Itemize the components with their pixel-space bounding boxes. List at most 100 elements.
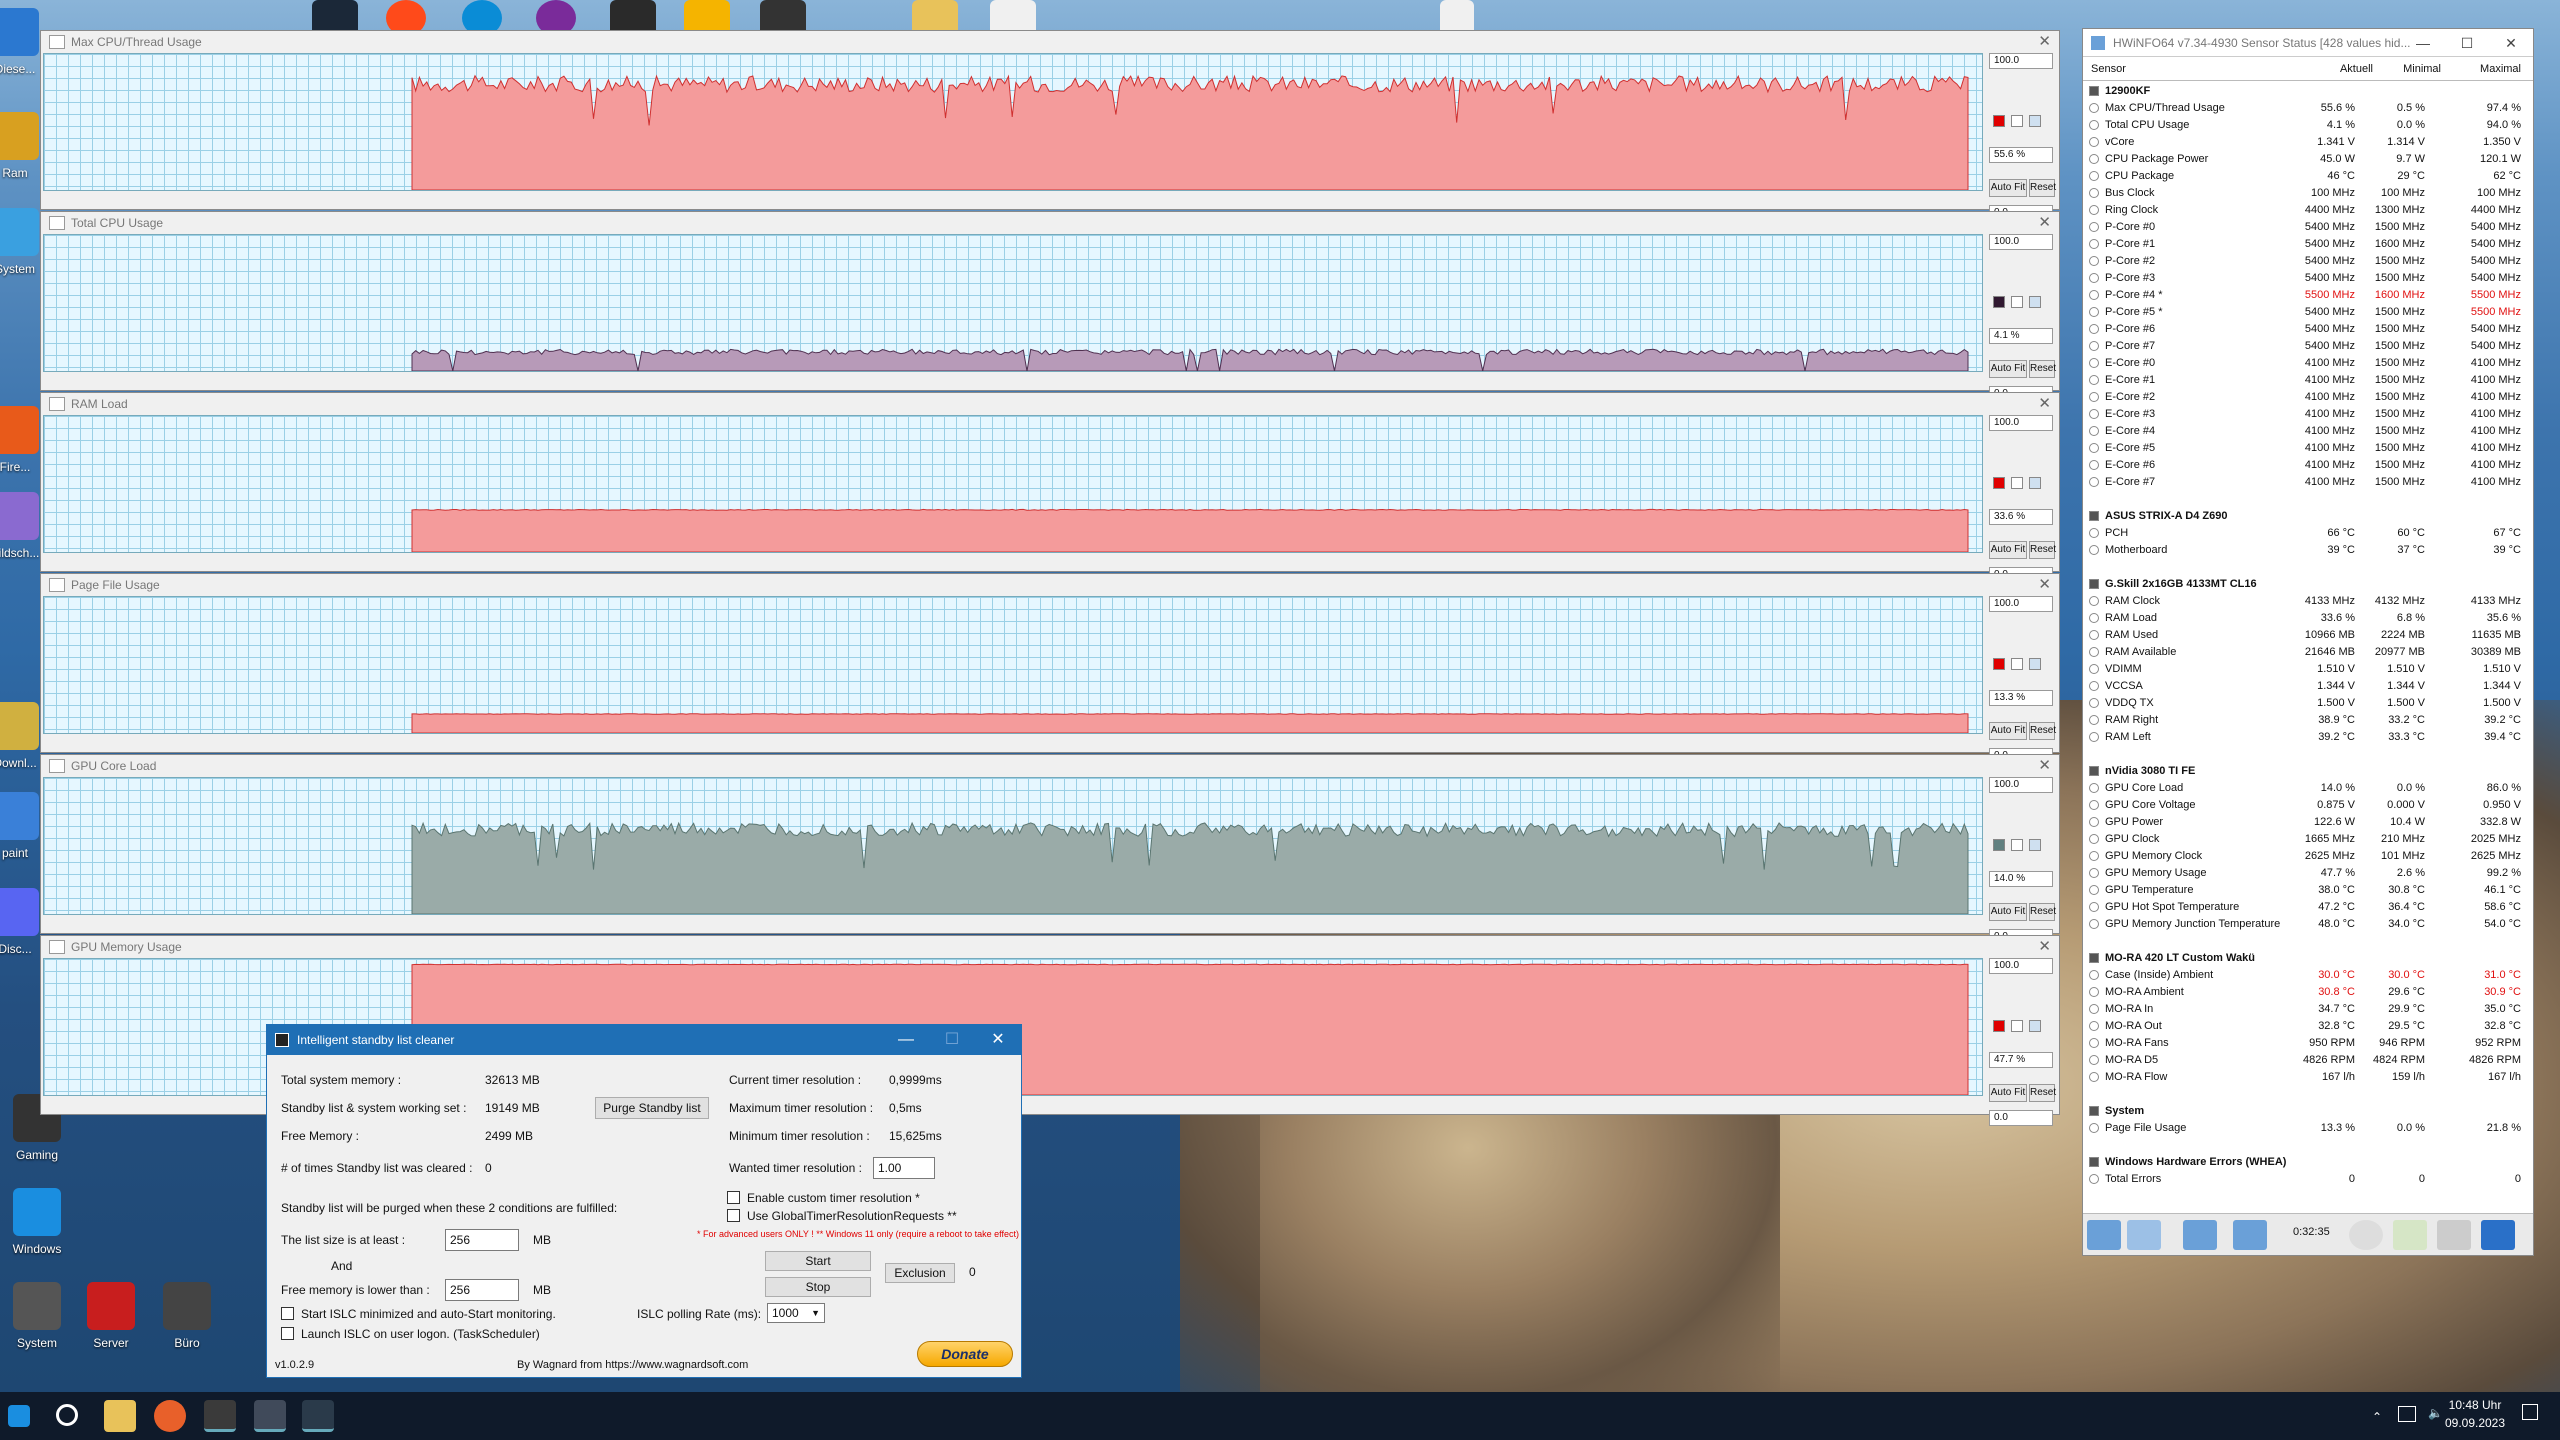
custom-timer-checkbox[interactable]	[727, 1191, 740, 1204]
auto-fit-button[interactable]: Auto Fit	[1989, 1084, 2027, 1102]
reset-button[interactable]: Reset	[2029, 903, 2056, 921]
reset-button[interactable]: Reset	[2029, 179, 2056, 197]
reset-button[interactable]: Reset	[2029, 722, 2056, 740]
sensor-row[interactable]: E-Core #1 4100 MHz 1500 MHz 4100 MHz	[2083, 372, 2533, 389]
toggle-swatch[interactable]	[2029, 658, 2041, 670]
toggle-swatch[interactable]	[2011, 839, 2023, 851]
sensor-row[interactable]: VDIMM 1.510 V 1.510 V 1.510 V	[2083, 661, 2533, 678]
sensor-row[interactable]: Motherboard 39 °C 37 °C 39 °C	[2083, 542, 2533, 559]
report-icon[interactable]	[2393, 1220, 2427, 1250]
sensor-row[interactable]: GPU Memory Usage 47.7 % 2.6 % 99.2 %	[2083, 865, 2533, 882]
auto-fit-button[interactable]: Auto Fit	[1989, 541, 2027, 559]
sensor-group-row[interactable]: ASUS STRIX-A D4 Z690	[2083, 508, 2533, 525]
logon-checkbox[interactable]	[281, 1327, 294, 1340]
graph-titlebar[interactable]: GPU Core Load ✕	[41, 755, 2059, 777]
sensor-row[interactable]: Max CPU/Thread Usage 55.6 % 0.5 % 97.4 %	[2083, 100, 2533, 117]
close-hwinfo-icon[interactable]	[2481, 1220, 2515, 1250]
sensor-row[interactable]: vCore 1.341 V 1.314 V 1.350 V	[2083, 134, 2533, 151]
sensor-row[interactable]: Total Errors 0 0 0	[2083, 1171, 2533, 1188]
file-explorer-icon[interactable]	[104, 1400, 136, 1432]
close-icon[interactable]: ✕	[2038, 936, 2051, 958]
sensor-row[interactable]: VCCSA 1.344 V 1.344 V 1.344 V	[2083, 678, 2533, 695]
graph-titlebar[interactable]: Total CPU Usage ✕	[41, 212, 2059, 234]
settings-icon[interactable]	[2437, 1220, 2471, 1250]
sensor-row[interactable]: Total CPU Usage 4.1 % 0.0 % 94.0 %	[2083, 117, 2533, 134]
close-icon[interactable]: ✕	[2038, 574, 2051, 596]
autostart-checkbox[interactable]	[281, 1307, 294, 1320]
sensor-row[interactable]: E-Core #2 4100 MHz 1500 MHz 4100 MHz	[2083, 389, 2533, 406]
nav-arrows-icon[interactable]	[2087, 1220, 2121, 1250]
sensor-row[interactable]: P-Core #0 5400 MHz 1500 MHz 5400 MHz	[2083, 219, 2533, 236]
sensor-row[interactable]: RAM Right 38.9 °C 33.2 °C 39.2 °C	[2083, 712, 2533, 729]
desktop-icon[interactable]: Windows	[2, 1188, 72, 1256]
purge-standby-button[interactable]: Purge Standby list	[595, 1097, 709, 1119]
network-icon[interactable]	[2233, 1220, 2267, 1250]
sensor-group-row[interactable]: 12900KF	[2083, 83, 2533, 100]
sensor-row[interactable]: P-Core #7 5400 MHz 1500 MHz 5400 MHz	[2083, 338, 2533, 355]
desktop-icon[interactable]: System	[2, 1282, 72, 1350]
sensor-group-row[interactable]: Windows Hardware Errors (WHEA)	[2083, 1154, 2533, 1171]
sensor-row[interactable]: RAM Used 10966 MB 2224 MB 11635 MB	[2083, 627, 2533, 644]
col-maximum[interactable]: Maximal	[2480, 57, 2521, 81]
toggle-swatch[interactable]	[2011, 115, 2023, 127]
desktop-icon[interactable]: Büro	[152, 1282, 222, 1350]
search-icon[interactable]	[56, 1404, 78, 1426]
sensor-row[interactable]: GPU Power 122.6 W 10.4 W 332.8 W	[2083, 814, 2533, 831]
color-swatch[interactable]	[1993, 658, 2005, 670]
toggle-swatch[interactable]	[2029, 1020, 2041, 1032]
sensor-row[interactable]: E-Core #6 4100 MHz 1500 MHz 4100 MHz	[2083, 457, 2533, 474]
sensor-row[interactable]: MO-RA Fans 950 RPM 946 RPM 952 RPM	[2083, 1035, 2533, 1052]
wanted-timer-input[interactable]: 1.00	[873, 1157, 935, 1179]
auto-fit-button[interactable]: Auto Fit	[1989, 903, 2027, 921]
maximize-icon[interactable]: ☐	[929, 1025, 975, 1055]
color-swatch[interactable]	[1993, 115, 2005, 127]
sensor-row[interactable]: CPU Package Power 45.0 W 9.7 W 120.1 W	[2083, 151, 2533, 168]
sensor-row[interactable]: MO-RA Ambient 30.8 °C 29.6 °C 30.9 °C	[2083, 984, 2533, 1001]
color-swatch[interactable]	[1993, 839, 2005, 851]
toggle-swatch[interactable]	[2011, 296, 2023, 308]
close-icon[interactable]: ✕	[2038, 212, 2051, 234]
sensor-row[interactable]: P-Core #1 5400 MHz 1600 MHz 5400 MHz	[2083, 236, 2533, 253]
sensor-row[interactable]: MO-RA Out 32.8 °C 29.5 °C 32.8 °C	[2083, 1018, 2533, 1035]
minimize-icon[interactable]: —	[2401, 29, 2445, 57]
close-icon[interactable]: ✕	[2489, 29, 2533, 57]
sensor-row[interactable]: Page File Usage 13.3 % 0.0 % 21.8 %	[2083, 1120, 2533, 1137]
auto-fit-button[interactable]: Auto Fit	[1989, 179, 2027, 197]
sensor-row[interactable]: E-Core #5 4100 MHz 1500 MHz 4100 MHz	[2083, 440, 2533, 457]
exclusion-button[interactable]: Exclusion	[885, 1263, 955, 1283]
islc-taskbar-icon[interactable]	[302, 1400, 334, 1432]
sensor-group-row[interactable]: MO-RA 420 LT Custom Wakü	[2083, 950, 2533, 967]
sensor-row[interactable]: Bus Clock 100 MHz 100 MHz 100 MHz	[2083, 185, 2533, 202]
toggle-swatch[interactable]	[2029, 115, 2041, 127]
sensor-row[interactable]: E-Core #3 4100 MHz 1500 MHz 4100 MHz	[2083, 406, 2533, 423]
sensor-row[interactable]: E-Core #0 4100 MHz 1500 MHz 4100 MHz	[2083, 355, 2533, 372]
notification-icon[interactable]	[2522, 1404, 2538, 1420]
sensor-row[interactable]: VDDQ TX 1.500 V 1.500 V 1.500 V	[2083, 695, 2533, 712]
graph-titlebar[interactable]: Page File Usage ✕	[41, 574, 2059, 596]
sensor-row[interactable]: GPU Clock 1665 MHz 210 MHz 2025 MHz	[2083, 831, 2533, 848]
close-icon[interactable]: ✕	[2038, 31, 2051, 53]
sensor-row[interactable]: GPU Hot Spot Temperature 47.2 °C 36.4 °C 58…	[2083, 899, 2533, 916]
network-tray-icon[interactable]	[2398, 1406, 2416, 1422]
close-icon[interactable]: ✕	[2038, 393, 2051, 415]
sensor-row[interactable]: CPU Package 46 °C 29 °C 62 °C	[2083, 168, 2533, 185]
toggle-swatch[interactable]	[2029, 296, 2041, 308]
graph-titlebar[interactable]: RAM Load ✕	[41, 393, 2059, 415]
reset-button[interactable]: Reset	[2029, 1084, 2056, 1102]
toggle-swatch[interactable]	[2029, 839, 2041, 851]
sensor-row[interactable]: P-Core #6 5400 MHz 1500 MHz 5400 MHz	[2083, 321, 2533, 338]
color-swatch[interactable]	[1993, 477, 2005, 489]
hwinfo-titlebar[interactable]: HWiNFO64 v7.34-4930 Sensor Status [428 v…	[2083, 29, 2533, 57]
close-icon[interactable]: ✕	[2038, 755, 2051, 777]
toggle-swatch[interactable]	[2011, 658, 2023, 670]
author-label[interactable]: By Wagnard from https://www.wagnardsoft.…	[517, 1359, 748, 1371]
toggle-swatch[interactable]	[2011, 1020, 2023, 1032]
maximize-icon[interactable]: ☐	[2445, 29, 2489, 57]
chevron-up-icon[interactable]: ⌃	[2372, 1410, 2382, 1424]
nav-arrows-right-icon[interactable]	[2127, 1220, 2161, 1250]
sensor-row[interactable]: Ring Clock 4400 MHz 1300 MHz 4400 MHz	[2083, 202, 2533, 219]
clock-icon[interactable]	[2349, 1220, 2383, 1250]
toggle-swatch[interactable]	[2011, 477, 2023, 489]
sensor-group-row[interactable]: nVidia 3080 TI FE	[2083, 763, 2533, 780]
firefox-icon[interactable]	[154, 1400, 186, 1432]
